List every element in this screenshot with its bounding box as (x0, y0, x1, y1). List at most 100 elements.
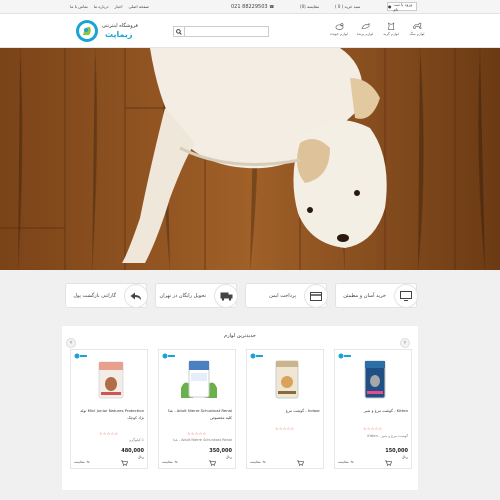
compare-label: مقایسه (74, 460, 85, 464)
bird-icon (360, 22, 369, 29)
category-bird-label: لوازم پرنده (356, 32, 374, 36)
product-extra: گوشت مرغ و شیر - Kitten (367, 434, 408, 438)
login-button[interactable]: ● ورود یا ثبت نام (387, 1, 417, 12)
category-rodent-label: لوازم جونده (330, 32, 348, 36)
product-card[interactable]: Mini Junior Natures Protection توله نژاد… (70, 349, 148, 469)
product-price: 350,000 (209, 448, 232, 454)
product-name[interactable]: Kitten - گوشت مرغ و شیر (336, 408, 408, 413)
cat-icon (387, 22, 394, 30)
logo-title: فروشگاه اینترنتی (102, 23, 138, 29)
product-name[interactable]: Indoor - گوشت مرغ (248, 408, 320, 413)
price-unit: ریال (137, 455, 144, 459)
top-link-home[interactable]: صفحه اصلی (128, 4, 149, 9)
rating-stars: ☆☆☆☆☆ (99, 431, 119, 436)
hero-banner[interactable] (0, 48, 500, 270)
compare-button[interactable]: مقایسه ⇆ (338, 460, 354, 464)
feature-icon-wrap (214, 284, 238, 308)
phone-icon: ☎ (269, 4, 275, 9)
product-image (275, 360, 299, 399)
search-input[interactable] (185, 27, 268, 36)
category-bird[interactable]: لوازم پرنده (356, 20, 374, 36)
search-button[interactable] (174, 27, 185, 36)
category-cat[interactable]: لوازم گربه (382, 20, 400, 36)
search-icon (176, 28, 182, 35)
truck-icon (220, 292, 232, 301)
category-cat-label: لوازم گربه (383, 32, 399, 36)
compare-icon: ⇆ (86, 460, 90, 464)
product-extra: Adult Nierre Schunkost Renal - غذا (172, 438, 232, 442)
phone-number: 021 88229503 ☎ (231, 4, 274, 10)
feature-easy-purchase: خرید آسان و مطمئن (335, 283, 418, 308)
top-link-about[interactable]: درباره ما (94, 4, 109, 9)
latest-products-panel: جدیدترین لوازم ‹ › Mini Junior Natures P… (62, 326, 418, 490)
user-icon: ● (388, 4, 392, 9)
compare-label: مقایسه (250, 460, 261, 464)
dog-icon (412, 22, 421, 29)
mini-logo-icon (74, 353, 87, 359)
feature-money-back: گارانتی بازگشت پول (65, 283, 148, 308)
product-weight: 1 کیلوگرم (129, 438, 144, 442)
price-unit: ریال (225, 455, 232, 459)
carousel-prev-arrow[interactable]: ‹ (66, 338, 76, 348)
compare-icon: ⇆ (262, 460, 266, 464)
compare-label: مقایسه (338, 460, 349, 464)
rating-stars: ☆☆☆☆☆ (363, 426, 383, 431)
mini-logo-icon (162, 353, 175, 359)
feature-icon-wrap (124, 284, 148, 308)
hero-dog-image (0, 48, 500, 270)
feature-icon-wrap (304, 284, 328, 308)
compare-button[interactable]: مقایسه ⇆ (74, 460, 90, 464)
feature-label: خرید آسان و مطمئن (343, 293, 386, 299)
cart-icon[interactable] (297, 460, 304, 466)
compare-button[interactable]: مقایسه ⇆ (162, 460, 178, 464)
rating-stars: ☆☆☆☆☆ (187, 431, 207, 436)
category-dog-label: لوازم سگ (409, 32, 425, 36)
product-image (364, 360, 386, 399)
credit-card-icon (310, 291, 322, 301)
site-logo[interactable]: فروشگاه اینترنتی زیماپت (75, 18, 145, 44)
category-dog[interactable]: لوازم سگ (408, 20, 426, 36)
rating-stars: ☆☆☆☆☆ (275, 426, 295, 431)
compare-label: مقایسه (162, 460, 173, 464)
cart-icon[interactable] (209, 460, 216, 466)
product-subtitle: نژاد کوچک (127, 415, 144, 420)
mini-logo-icon (338, 353, 351, 359)
login-label: ورود یا ثبت نام (393, 1, 413, 12)
compare-icon: ⇆ (174, 460, 178, 464)
product-price: 150,000 (385, 448, 408, 454)
feature-label: گارانتی بازگشت پول (73, 293, 116, 299)
category-rodent[interactable]: لوازم جونده (330, 20, 348, 36)
cart-icon[interactable] (121, 460, 128, 466)
logo-icon (76, 20, 98, 42)
carousel-next-arrow[interactable]: › (400, 338, 410, 348)
price-unit: ریال (401, 455, 408, 459)
product-price: 480,000 (121, 448, 144, 454)
top-bar: ● ورود یا ثبت نام سبد خرید ( 0 ) مقایسه … (0, 0, 500, 14)
monitor-icon (400, 291, 412, 301)
product-name[interactable]: Adult Nierre Schunkost Renal - غذا (160, 408, 232, 413)
main-header: لوازم سگ لوازم گربه لوازم پرنده لوازم جو… (0, 14, 500, 48)
product-subtitle: کلیه مخصوص (210, 415, 232, 420)
cart-icon[interactable] (385, 460, 392, 466)
feature-free-delivery: تحویل رایگان در تهران (155, 283, 238, 308)
product-image (98, 361, 124, 399)
logo-brand: زیماپت (105, 30, 133, 39)
compare-button[interactable]: مقایسه ⇆ (250, 460, 266, 464)
product-card[interactable]: Adult Nierre Schunkost Renal - غذا کلیه … (158, 349, 236, 469)
top-link-news[interactable]: اخبار (114, 4, 122, 9)
phone-text: 021 88229503 (231, 4, 268, 10)
feature-label: تحویل رایگان در تهران (159, 293, 206, 299)
mini-logo-icon (250, 353, 263, 359)
product-name[interactable]: Mini Junior Natures Protection توله (72, 408, 144, 413)
product-card[interactable]: Indoor - گوشت مرغ ☆☆☆☆☆ مقایسه ⇆ (246, 349, 324, 469)
feature-secure-payment: پرداخت ایمن (245, 283, 328, 308)
category-nav: لوازم سگ لوازم گربه لوازم پرنده لوازم جو… (330, 20, 426, 36)
product-image (181, 360, 217, 398)
product-card[interactable]: Kitten - گوشت مرغ و شیر ☆☆☆☆☆ گوشت مرغ و… (334, 349, 412, 469)
compare-link[interactable]: مقایسه (0) (300, 4, 319, 9)
return-arrow-icon (130, 292, 141, 300)
search-box (173, 26, 269, 37)
section-heading: جدیدترین لوازم (224, 333, 256, 339)
top-link-contact[interactable]: تماس با ما (70, 4, 88, 9)
cart-link[interactable]: سبد خرید ( 0 ) (335, 4, 360, 9)
